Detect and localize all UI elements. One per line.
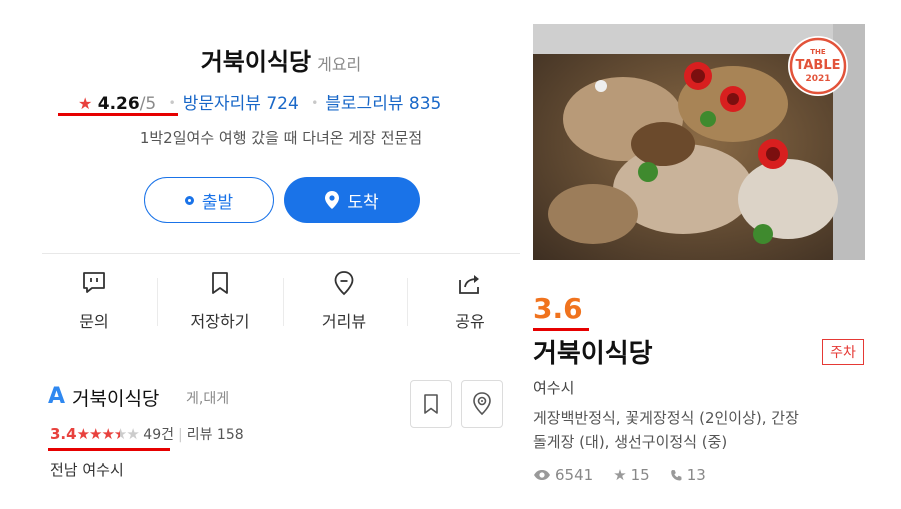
kakao-logo-icon: A (48, 384, 66, 409)
depart-button[interactable]: 출발 (144, 177, 274, 223)
blog-reviews-link[interactable]: 블로그리뷰 835 (325, 94, 441, 114)
table-restaurant-name[interactable]: 거북이식당 (533, 333, 653, 370)
arrive-button[interactable]: 도착 (284, 177, 420, 223)
rating-score: 3.4 (50, 425, 77, 443)
action-share[interactable]: 공유 (420, 270, 520, 332)
rating-stars-icon: ★★★★★ (76, 425, 140, 443)
share-icon (459, 275, 479, 294)
phone-icon (670, 469, 682, 480)
calls-count: 13 (686, 466, 706, 484)
message-icon (83, 272, 105, 293)
place-category: 게요리 (317, 55, 362, 74)
star-icon: ★ (78, 94, 93, 113)
action-label: 공유 (455, 312, 485, 331)
listing-rating: 3.4★★★★★ 49건 | 리뷰 158 (50, 424, 244, 444)
place-description: 1박2일여수 여행 갔을 때 다녀온 게장 전문점 (139, 129, 423, 147)
parking-badge: 주차 (822, 339, 864, 365)
action-inquiry[interactable]: 문의 (44, 270, 144, 332)
table-menu: 게장백반정식, 꽃게장정식 (2인이상), 간장 돌게장 (대), 생선구이정식… (533, 406, 863, 454)
listing-category: 게,대게 (186, 391, 230, 407)
badge-main: TABLE (796, 58, 841, 73)
location-heart-icon (334, 271, 354, 296)
place-header: 거북이식당 게요리 (42, 42, 520, 77)
badge-top: THE (810, 48, 826, 56)
highlight-underline (533, 328, 589, 331)
action-label: 문의 (79, 312, 109, 331)
bookmark-button[interactable] (410, 380, 452, 428)
action-street-view[interactable]: 거리뷰 (294, 270, 394, 332)
listing-address: 전남 여수시 (50, 461, 124, 479)
crab-dish-image: THE TABLE 2021 (533, 24, 865, 260)
highlight-underline (58, 113, 178, 116)
food-photo[interactable]: THE TABLE 2021 (533, 24, 865, 260)
menu-line: 게장백반정식, 꽃게장정식 (2인이상), 간장 (533, 409, 799, 427)
place-title: 거북이식당 (200, 48, 312, 76)
divider (283, 278, 284, 326)
location-target-icon (473, 392, 491, 416)
bookmark-icon (212, 272, 228, 294)
star-icon: ★ (613, 466, 627, 484)
location-pin-icon (325, 191, 340, 209)
rating-count: 49건 (143, 427, 174, 443)
separator-dot: • (311, 96, 319, 110)
table-score: 3.6 (533, 292, 583, 325)
arrive-label: 도착 (347, 192, 379, 213)
origin-dot-icon (184, 195, 194, 205)
menu-line: 돌게장 (대), 생선구이정식 (중) (533, 433, 728, 451)
views-count: 6541 (555, 466, 594, 484)
divider (42, 253, 520, 254)
listing-title[interactable]: 거북이식당 (72, 384, 159, 411)
review-count-link[interactable]: 리뷰 158 (187, 427, 244, 443)
map-pin-button[interactable] (461, 380, 503, 428)
separator: | (177, 427, 183, 443)
action-label: 저장하기 (190, 312, 250, 331)
table-city: 여수시 (533, 379, 575, 397)
stars-count: 15 (630, 466, 650, 484)
divider (157, 278, 158, 326)
separator-dot: • (168, 96, 176, 110)
action-save[interactable]: 저장하기 (170, 270, 270, 332)
eye-icon (534, 470, 550, 480)
highlight-underline (48, 448, 170, 451)
visitor-reviews-link[interactable]: 방문자리뷰 724 (183, 94, 299, 114)
divider (407, 278, 408, 326)
bookmark-icon (424, 394, 438, 414)
table-stats: 6541 ★ 15 13 (533, 466, 706, 484)
depart-label: 출발 (201, 192, 234, 213)
rating-score: 4.26 (97, 94, 140, 114)
rating-scale: /5 (139, 94, 157, 114)
action-label: 거리뷰 (321, 312, 367, 331)
rating-row: ★ 4.26/5 • 방문자리뷰 724 • 블로그리뷰 835 (78, 89, 441, 114)
badge-year: 2021 (805, 74, 830, 84)
